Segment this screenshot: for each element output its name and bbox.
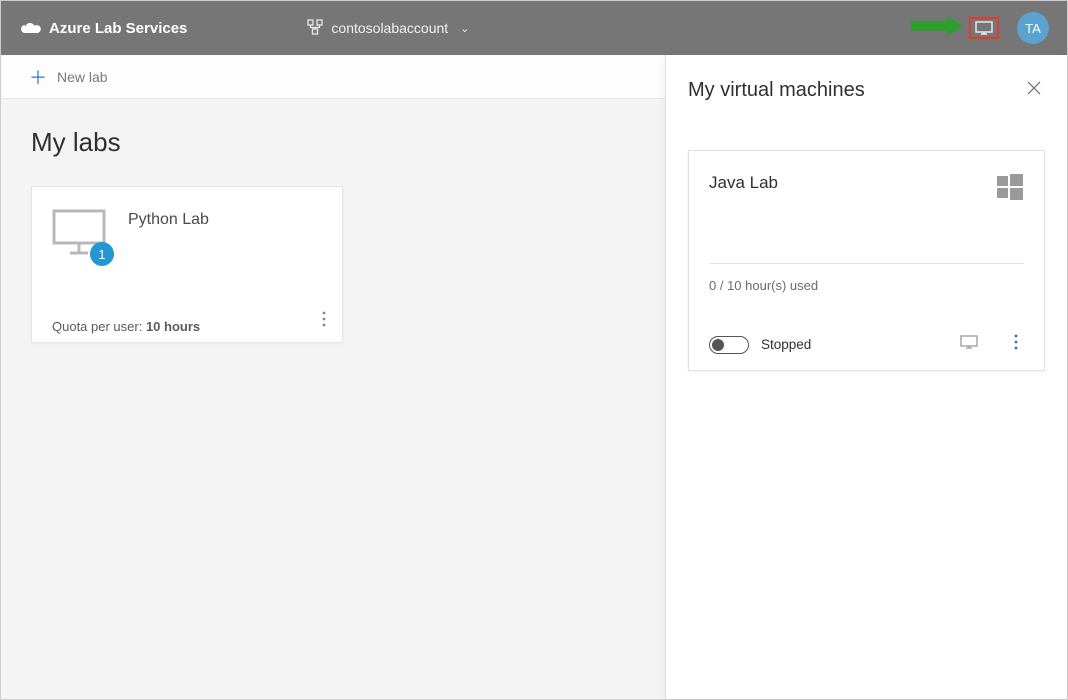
lab-account-name: contosolabaccount bbox=[331, 20, 448, 36]
my-vms-button[interactable] bbox=[969, 17, 999, 39]
app-header: Azure Lab Services contosolabaccount ⌄ T… bbox=[1, 1, 1067, 55]
vm-more-button[interactable] bbox=[1008, 334, 1024, 355]
windows-icon bbox=[996, 173, 1024, 206]
connect-icon[interactable] bbox=[958, 333, 980, 356]
brand-text: Azure Lab Services bbox=[49, 20, 187, 37]
plus-icon: ＋ bbox=[29, 64, 47, 90]
close-panel-button[interactable] bbox=[1023, 79, 1045, 102]
vm-power-toggle[interactable] bbox=[709, 336, 749, 354]
new-lab-button[interactable]: ＋ New lab bbox=[29, 64, 108, 90]
network-icon bbox=[307, 19, 323, 38]
azure-lab-icon bbox=[19, 19, 41, 37]
new-lab-label: New lab bbox=[57, 69, 108, 85]
lab-card-more-button[interactable] bbox=[316, 307, 332, 336]
user-avatar[interactable]: TA bbox=[1017, 12, 1049, 44]
vm-card: Java Lab 0 / 10 hour(s) used Stopped bbox=[688, 150, 1045, 371]
panel-title: My virtual machines bbox=[688, 79, 865, 102]
vm-status: Stopped bbox=[761, 337, 811, 352]
callout-arrow-icon bbox=[911, 14, 965, 43]
vm-name: Java Lab bbox=[709, 173, 778, 193]
lab-monitor-icon: 1 bbox=[52, 209, 106, 260]
my-vms-panel: My virtual machines Java Lab 0 / 10 hour… bbox=[665, 55, 1067, 699]
avatar-initials: TA bbox=[1025, 21, 1041, 36]
divider bbox=[709, 263, 1024, 264]
lab-quota: Quota per user: 10 hours bbox=[52, 319, 322, 334]
chevron-down-icon: ⌄ bbox=[460, 22, 469, 35]
lab-account-picker[interactable]: contosolabaccount ⌄ bbox=[307, 19, 469, 38]
lab-card[interactable]: 1 Python Lab Quota per user: 10 hours bbox=[31, 186, 343, 343]
brand: Azure Lab Services bbox=[19, 19, 187, 37]
vm-usage: 0 / 10 hour(s) used bbox=[709, 278, 1024, 293]
vm-count-badge: 1 bbox=[90, 242, 114, 266]
lab-name: Python Lab bbox=[128, 211, 209, 229]
